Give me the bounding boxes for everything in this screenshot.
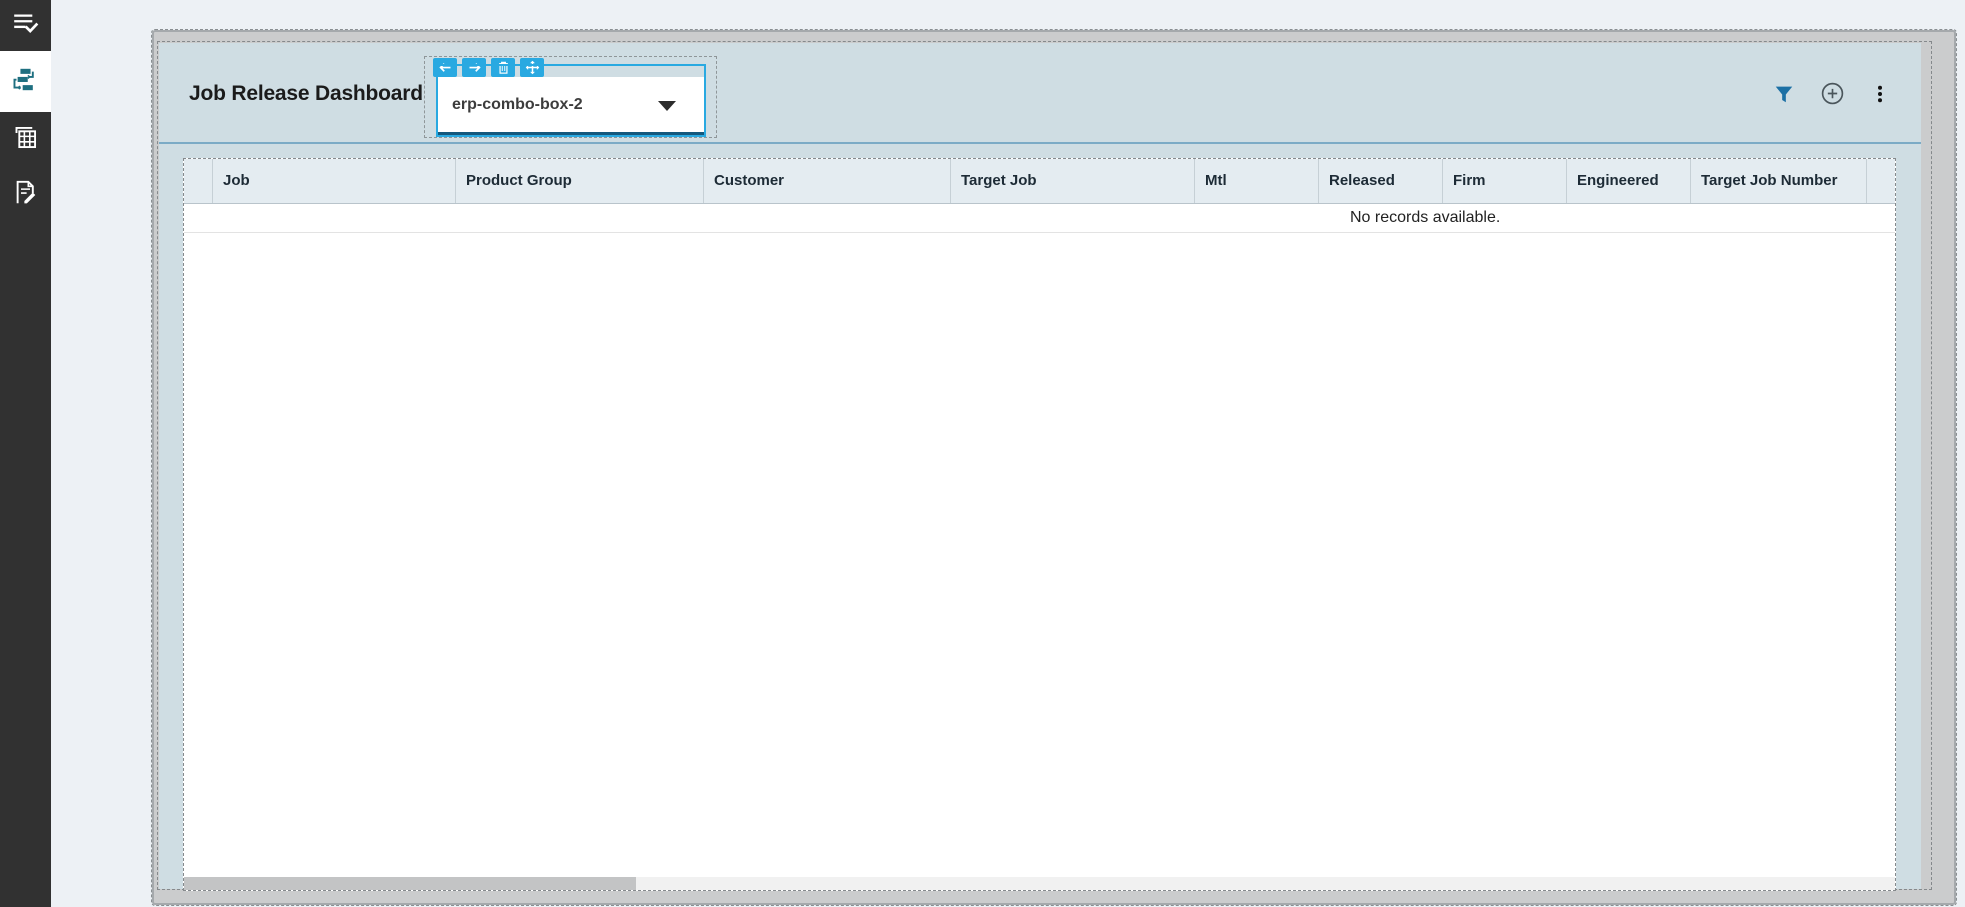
sidebar-item-layouts[interactable]: [0, 112, 51, 167]
chevron-down-icon: [658, 101, 676, 111]
column-header-job[interactable]: Job: [213, 159, 456, 203]
grid-empty-message: No records available.: [1350, 209, 1501, 226]
column-header-target-job-number[interactable]: Target Job Number: [1691, 159, 1867, 203]
document-edit-icon: [12, 179, 39, 211]
combo-box-selection-outline: erp-combo-box-2: [424, 56, 717, 138]
column-header-mtl[interactable]: Mtl: [1195, 159, 1319, 203]
designer-canvas: Job Release Dashboard erp-combo-box-2 Jo…: [151, 29, 1957, 906]
page-title: Job Release Dashboard: [189, 82, 423, 105]
column-header-customer[interactable]: Customer: [704, 159, 951, 203]
column-header-firm[interactable]: Firm: [1443, 159, 1567, 203]
column-header-product-group[interactable]: Product Group: [456, 159, 704, 203]
sidebar-item-app-flow[interactable]: [0, 51, 51, 112]
column-header-selector[interactable]: [184, 159, 213, 203]
sidebar-item-preview-tasks[interactable]: [0, 0, 51, 51]
page-surface: Job Release Dashboard erp-combo-box-2 Jo…: [159, 43, 1921, 891]
overflow-menu-icon[interactable]: [1867, 81, 1893, 107]
column-header-released[interactable]: Released: [1319, 159, 1443, 203]
layered-grid-icon: [12, 124, 39, 156]
page-header-band: Job Release Dashboard erp-combo-box-2: [159, 43, 1921, 144]
combo-box-field[interactable]: erp-combo-box-2: [438, 77, 704, 135]
column-header-target-job[interactable]: Target Job: [951, 159, 1195, 203]
horizontal-scrollbar-thumb[interactable]: [184, 877, 636, 890]
checklist-icon: [12, 10, 39, 42]
page-selection-outline: Job Release Dashboard erp-combo-box-2 Jo…: [157, 41, 1932, 891]
column-header-engineered[interactable]: Engineered: [1567, 159, 1691, 203]
flow-icon: [12, 66, 39, 98]
horizontal-scrollbar-track[interactable]: [184, 877, 1895, 890]
combo-box-highlight: erp-combo-box-2: [436, 64, 706, 137]
filter-icon[interactable]: [1771, 81, 1797, 107]
left-nav-rail: [0, 0, 51, 907]
sidebar-item-data-rules[interactable]: [0, 167, 51, 222]
grid-empty-row: No records available.: [184, 204, 1895, 233]
add-circle-icon[interactable]: [1819, 81, 1845, 107]
header-actions: [1771, 43, 1893, 144]
job-grid-panel: Job Product Group Customer Target Job Mtl Rel…: [183, 158, 1896, 891]
grid-header-row: Job Product Group Customer Target Job Mtl Rel…: [184, 159, 1895, 204]
combo-box-label: erp-combo-box-2: [452, 96, 583, 113]
